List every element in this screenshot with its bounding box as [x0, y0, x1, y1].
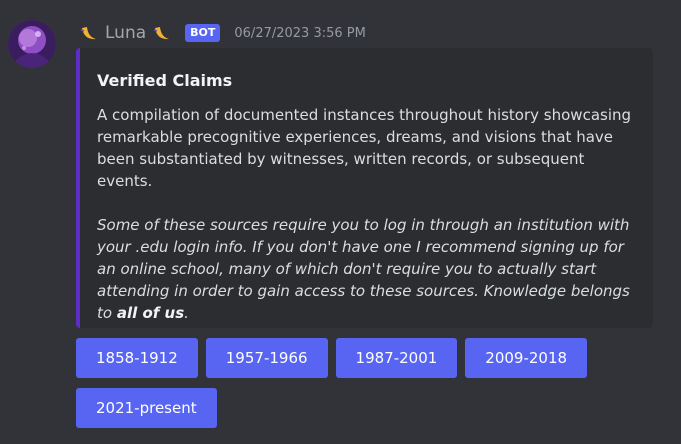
chat-message: Luna BOT 06/27/2023 3:56 PM Verified Cla…	[0, 0, 681, 444]
embed-note-bold: all of us	[116, 304, 185, 322]
period-button-1858-1912[interactable]: 1858-1912	[76, 338, 198, 378]
message-header: Luna BOT 06/27/2023 3:56 PM	[78, 20, 366, 46]
embed-note-end: .	[184, 304, 189, 322]
period-button-2021-present[interactable]: 2021-present	[76, 388, 217, 428]
button-row: 1858-1912 1957-1966 1987-2001 2009-2018	[76, 338, 636, 378]
crescent-moon-icon	[153, 27, 170, 40]
avatar[interactable]	[8, 20, 56, 68]
username[interactable]: Luna	[105, 23, 146, 43]
message-timestamp: 06/27/2023 3:56 PM	[234, 25, 366, 41]
crescent-moon-icon	[80, 27, 96, 40]
button-group: 1858-1912 1957-1966 1987-2001 2009-2018 …	[76, 338, 636, 438]
period-button-2009-2018[interactable]: 2009-2018	[465, 338, 588, 378]
embed-card: Verified Claims A compilation of documen…	[76, 48, 653, 328]
embed-note: Some of these sources require you to log…	[97, 214, 639, 324]
avatar-image	[8, 20, 56, 68]
embed-title: Verified Claims	[97, 71, 233, 90]
bot-badge: BOT	[185, 24, 221, 42]
button-row: 2021-present	[76, 388, 636, 428]
period-button-1987-2001[interactable]: 1987-2001	[335, 338, 458, 378]
embed-description: A compilation of documented instances th…	[97, 106, 632, 190]
period-button-1957-1966[interactable]: 1957-1966	[205, 338, 328, 378]
